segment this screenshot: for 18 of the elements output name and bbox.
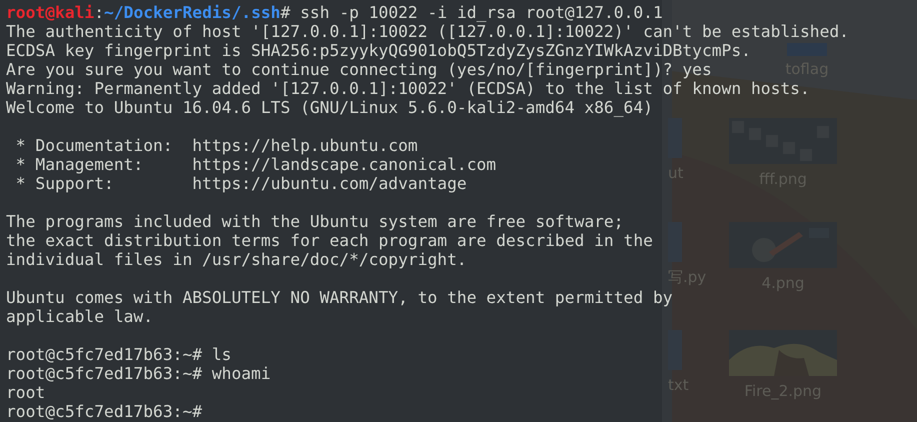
terminal-line: The programs included with the Ubuntu system are free software; (6, 212, 624, 231)
terminal-line: * Support: https://ubuntu.com/advantage (14, 174, 467, 193)
terminal-line: Ubuntu comes with ABSOLUTELY NO WARRANTY, to the extent permitted by (6, 288, 673, 307)
terminal-line: root@kali:~/DockerRedis/.ssh# ssh -p 10022 -i id_rsa root@127.0.0.1 (6, 3, 663, 22)
terminal-line: root@c5fc7ed17b63:~# ls (6, 345, 232, 364)
terminal-line: Warning: Permanently added '[127.0.0.1]:10022' (ECDSA) to the list of known hosts. (6, 79, 810, 98)
terminal-line: root@c5fc7ed17b63:~# (6, 402, 202, 421)
terminal-line: ECDSA key fingerprint is SHA256:p5zyykyQG901obQ5TzdyZysZGnzYIWkAzviDBtycmPs. (6, 41, 751, 60)
terminal-line: The authenticity of host '[127.0.0.1]:10022 ([127.0.0.1]:10022)' can't be established. (6, 22, 849, 41)
terminal-line: the exact distribution terms for each program are described in the (6, 231, 653, 250)
terminal-line: root (6, 383, 46, 402)
terminal-line: * Documentation: https://help.ubuntu.com (14, 136, 418, 155)
terminal-line: root@c5fc7ed17b63:~# whoami (6, 364, 271, 383)
terminal-line: * Management: https://landscape.canonical.com (14, 155, 496, 174)
terminal-line: Welcome to Ubuntu 16.04.6 LTS (GNU/Linux 5.6.0-kali2-amd64 x86_64) (6, 98, 653, 117)
terminal-line: Are you sure you want to continue connecting (yes/no/[fingerprint])? yes (6, 60, 712, 79)
terminal-line: applicable law. (6, 307, 154, 326)
terminal-line: individual files in /usr/share/doc/*/copyright. (6, 250, 467, 269)
